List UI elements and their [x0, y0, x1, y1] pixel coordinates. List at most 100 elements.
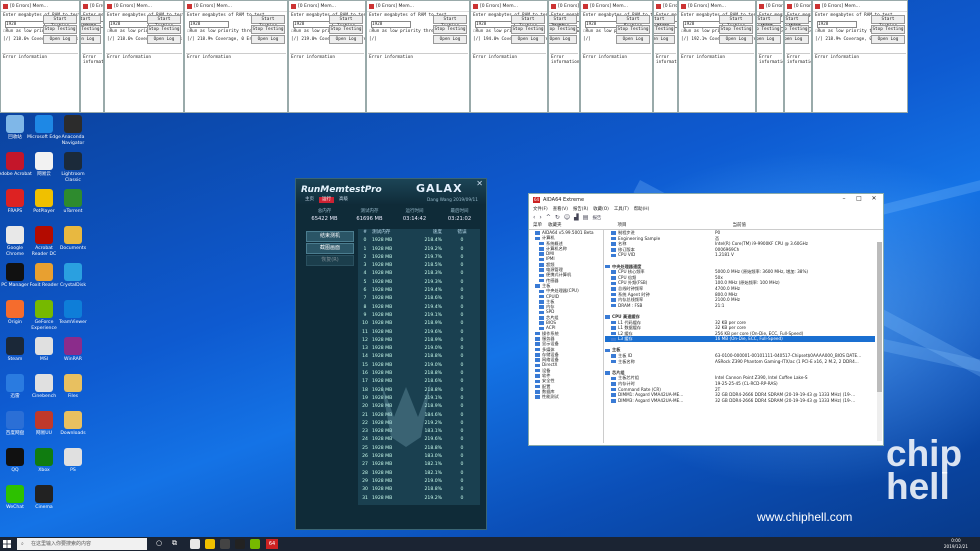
- refresh-icon[interactable]: ↻: [555, 214, 560, 221]
- memtest-window[interactable]: [0 Errors] Mem...Enter megabytes of RAM …: [756, 0, 784, 113]
- memtest-window[interactable]: [0 Errors] Mem...Enter megabytes of RAM …: [0, 0, 80, 113]
- memtest-window[interactable]: [0 Errors] Mem...Enter megabytes of RAM …: [678, 0, 756, 113]
- memtest-window[interactable]: [0 Errors] Mem...Enter megabytes of RAM …: [784, 0, 812, 113]
- desktop-icon[interactable]: Documents: [56, 226, 90, 252]
- tree-item[interactable]: 性能测试: [531, 394, 603, 399]
- desktop-icon[interactable]: CrystalDisk: [56, 263, 90, 289]
- stop-testing-button[interactable]: Stop Testing: [871, 25, 905, 34]
- report-button[interactable]: 报告: [592, 215, 601, 221]
- minimize-icon[interactable]: –: [839, 195, 849, 202]
- user-icon[interactable]: ☺: [564, 214, 570, 221]
- memtest-size-input[interactable]: 1928: [189, 21, 229, 28]
- stop-testing-button[interactable]: Stop Testing: [81, 25, 101, 34]
- menu-view[interactable]: 查看(V): [553, 206, 568, 213]
- start-testing-button[interactable]: Start Testing: [511, 15, 545, 29]
- open-log-button[interactable]: Open Log: [549, 35, 577, 44]
- report-icon[interactable]: ▤: [583, 214, 589, 221]
- stop-testing-button[interactable]: Stop Testing: [251, 25, 285, 34]
- memtest-size-input[interactable]: 1928: [371, 21, 411, 28]
- open-log-button[interactable]: Open Log: [616, 35, 650, 44]
- memtest-window[interactable]: [0 Errors] Mem...Enter megabytes of RAM …: [470, 0, 548, 113]
- desktop-icon[interactable]: Lightroom Classic: [56, 152, 90, 183]
- desktop-icon[interactable]: Anaconda Navigator: [56, 115, 90, 146]
- task-view-icon[interactable]: ⧉: [172, 539, 177, 548]
- stop-testing-button[interactable]: Stop Testing: [785, 25, 809, 34]
- start-testing-button[interactable]: Start Testing: [871, 15, 905, 29]
- memtest-size-input[interactable]: 1928: [5, 21, 45, 28]
- taskbar-app-icon[interactable]: [250, 539, 260, 549]
- open-log-button[interactable]: Open Log: [81, 35, 101, 44]
- start-testing-button[interactable]: Start Testing: [785, 15, 809, 29]
- open-log-button[interactable]: Open Log: [147, 35, 181, 44]
- start-testing-button[interactable]: Start Testing: [616, 15, 650, 29]
- column-item[interactable]: 项目: [618, 222, 627, 229]
- desktop-icon[interactable]: Cinema: [27, 485, 61, 511]
- scrollbar[interactable]: [877, 242, 882, 441]
- memtest-size-input[interactable]: 1928: [817, 21, 857, 28]
- open-log-button[interactable]: Open Log: [329, 35, 363, 44]
- tab-favorites[interactable]: 收藏夹: [548, 222, 562, 229]
- stop-testing-button[interactable]: Stop Testing: [549, 25, 577, 34]
- memtest-window[interactable]: [0 Errors] Mem...Enter megabytes of RAM …: [288, 0, 366, 113]
- close-icon[interactable]: ✕: [476, 179, 483, 188]
- open-log-button[interactable]: Open Log: [719, 35, 753, 44]
- desktop-icon[interactable]: Files: [56, 374, 90, 400]
- stop-testing-button[interactable]: Stop Testing: [757, 25, 781, 34]
- open-log-button[interactable]: Open Log: [43, 35, 77, 44]
- memtest-size-input[interactable]: 1928: [683, 21, 723, 28]
- resume-button[interactable]: 恢复(R): [306, 255, 354, 266]
- start-testing-button[interactable]: Start Testing: [329, 15, 363, 29]
- open-log-button[interactable]: Open Log: [757, 35, 781, 44]
- desktop-icon[interactable]: WinRAR: [56, 337, 90, 363]
- stop-testing-button[interactable]: Stop Testing: [147, 25, 181, 34]
- menu-report[interactable]: 报告(R): [573, 206, 588, 213]
- taskbar-app-icon[interactable]: [235, 539, 245, 549]
- memtest-window[interactable]: [0 Errors] Mem...Enter megabytes of RAM …: [80, 0, 104, 113]
- open-log-button[interactable]: Open Log: [433, 35, 467, 44]
- maximize-icon[interactable]: □: [854, 195, 864, 202]
- taskbar-app-icon[interactable]: [190, 539, 200, 549]
- start-testing-button[interactable]: Start Testing: [147, 15, 181, 29]
- memtest-window[interactable]: [0 Errors] Mem...Enter megabytes of RAM …: [184, 0, 288, 113]
- open-log-button[interactable]: Open Log: [871, 35, 905, 44]
- taskbar-clock[interactable]: 0:00 2019/12/21: [944, 538, 968, 549]
- stop-testing-button[interactable]: Stop Testing: [654, 25, 675, 34]
- taskbar-app-icon[interactable]: [205, 539, 215, 549]
- memtest-window[interactable]: [0 Errors] Mem...Enter megabytes of RAM …: [580, 0, 653, 113]
- start-testing-button[interactable]: Start Testing: [43, 15, 77, 29]
- start-testing-button[interactable]: Start Testing: [654, 15, 675, 29]
- start-testing-button[interactable]: Start Testing: [719, 15, 753, 29]
- close-icon[interactable]: ✕: [869, 195, 879, 202]
- start-testing-button[interactable]: Start Testing: [757, 15, 781, 29]
- open-log-button[interactable]: Open Log: [511, 35, 545, 44]
- stop-testing-button[interactable]: Stop Testing: [43, 25, 77, 34]
- scrollbar-thumb[interactable]: [877, 242, 882, 392]
- start-testing-button[interactable]: Start Testing: [549, 15, 577, 29]
- stop-test-button[interactable]: 结束测机: [306, 231, 354, 242]
- open-log-button[interactable]: Open Log: [654, 35, 675, 44]
- taskbar-aida64-icon[interactable]: 64: [266, 539, 278, 549]
- menu-tools[interactable]: 工具(T): [614, 206, 629, 213]
- tab-menu[interactable]: 菜单: [533, 222, 542, 229]
- stop-testing-button[interactable]: Stop Testing: [329, 25, 363, 34]
- task-view-icon[interactable]: ○: [156, 539, 162, 547]
- open-log-button[interactable]: Open Log: [785, 35, 809, 44]
- stop-testing-button[interactable]: Stop Testing: [616, 25, 650, 34]
- windows-start-icon[interactable]: [3, 540, 11, 548]
- desktop-icon[interactable]: PS: [56, 448, 90, 474]
- detail-row[interactable]: DIMM3: Asgard VMA42UA-ME... 32 GB DDR4-26…: [605, 398, 875, 404]
- memtest-window[interactable]: [0 Errors] Mem...Enter megabytes of RAM …: [366, 0, 470, 113]
- start-testing-button[interactable]: Start Testing: [433, 15, 467, 29]
- start-testing-button[interactable]: Start Testing: [81, 15, 101, 29]
- memtest-size-input[interactable]: 1928: [109, 21, 149, 28]
- memtest-window[interactable]: [0 Errors] Mem...Enter megabytes of RAM …: [653, 0, 678, 113]
- aida64-window[interactable]: 64 AIDA64 Extreme – □ ✕ 文件(F) 查看(V) 报告(R…: [528, 193, 884, 446]
- desktop-icon[interactable]: TeamViewer: [56, 300, 90, 326]
- open-log-button[interactable]: Open Log: [251, 35, 285, 44]
- menu-favorites[interactable]: 收藏(O): [593, 206, 609, 213]
- tab-run[interactable]: 运行: [319, 197, 334, 203]
- stop-testing-button[interactable]: Stop Testing: [719, 25, 753, 34]
- menu-help[interactable]: 帮助(H): [634, 206, 650, 213]
- desktop-icon[interactable]: Downloads: [56, 411, 90, 437]
- runmemtest-window[interactable]: RunMemtestPro GALAX ✕ 主页 运行 高级 Dang Wang…: [295, 178, 487, 530]
